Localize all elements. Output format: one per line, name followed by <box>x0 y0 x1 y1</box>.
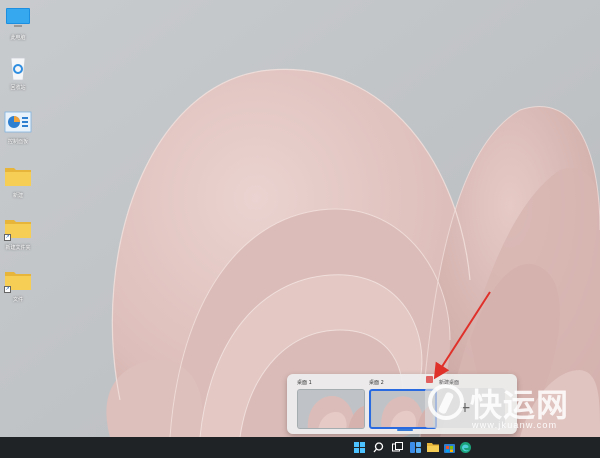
task-view-icon <box>392 442 403 452</box>
desktop-thumbnail[interactable] <box>297 389 365 429</box>
taskbar <box>0 437 600 458</box>
store-icon <box>444 444 455 453</box>
new-desktop-label: 新建桌面 <box>439 380 460 386</box>
folder-icon <box>426 443 439 452</box>
store-button[interactable] <box>442 440 457 455</box>
desktop-card-title: 桌面 1 <box>297 380 312 386</box>
desktop-icon-label: 回收站 <box>10 85 26 91</box>
close-desktop-button[interactable] <box>426 376 433 383</box>
desktop-icon-folder-shortcut[interactable]: ↗ 新建文件夹 <box>0 216 36 251</box>
monitor-icon <box>3 6 33 30</box>
recycle-bin-icon <box>3 56 33 81</box>
task-view-active-indicator <box>397 429 413 431</box>
desktop-wallpaper <box>0 0 600 437</box>
edge-button[interactable] <box>458 440 473 455</box>
desktop-icon-recycle-bin[interactable]: 回收站 <box>0 56 36 91</box>
desktop-icon-folder[interactable]: 新建 <box>0 164 36 199</box>
widgets-icon <box>410 442 421 453</box>
new-desktop-button[interactable]: + <box>425 388 505 428</box>
folder-shortcut-icon: ↗ <box>3 268 33 293</box>
start-button[interactable] <box>352 440 367 455</box>
folder-shortcut-icon: ↗ <box>3 216 33 241</box>
task-view-button[interactable] <box>390 440 405 455</box>
desktop-icon-label: 文件 <box>12 297 23 303</box>
shortcut-arrow-icon: ↗ <box>4 234 11 241</box>
shortcut-arrow-icon: ↗ <box>4 286 11 293</box>
desktop-card-1[interactable]: 桌面 1 <box>297 379 365 429</box>
folder-icon <box>3 164 33 188</box>
desktop-icon-label: 控制面板 <box>7 139 28 145</box>
desktop-icon-this-pc[interactable]: 此电脑 <box>0 6 36 41</box>
windows-logo-icon <box>354 442 365 453</box>
desktop-icon-folder-shortcut[interactable]: ↗ 文件 <box>0 268 36 303</box>
control-panel-icon <box>3 110 33 134</box>
desktop-icon-label: 新建文件夹 <box>5 245 31 251</box>
file-explorer-button[interactable] <box>425 440 440 455</box>
desktop-icon-control-panel[interactable]: 控制面板 <box>0 110 36 145</box>
desktop-icon-label: 此电脑 <box>10 35 26 41</box>
desktop-icon-label: 新建 <box>12 193 23 199</box>
search-icon <box>373 442 384 453</box>
widgets-button[interactable] <box>408 440 423 455</box>
virtual-desktop-flyout: 桌面 1 桌面 2 新建桌面 + <box>287 374 517 434</box>
plus-icon: + <box>459 400 471 416</box>
search-button[interactable] <box>371 440 386 455</box>
edge-icon <box>460 442 471 453</box>
